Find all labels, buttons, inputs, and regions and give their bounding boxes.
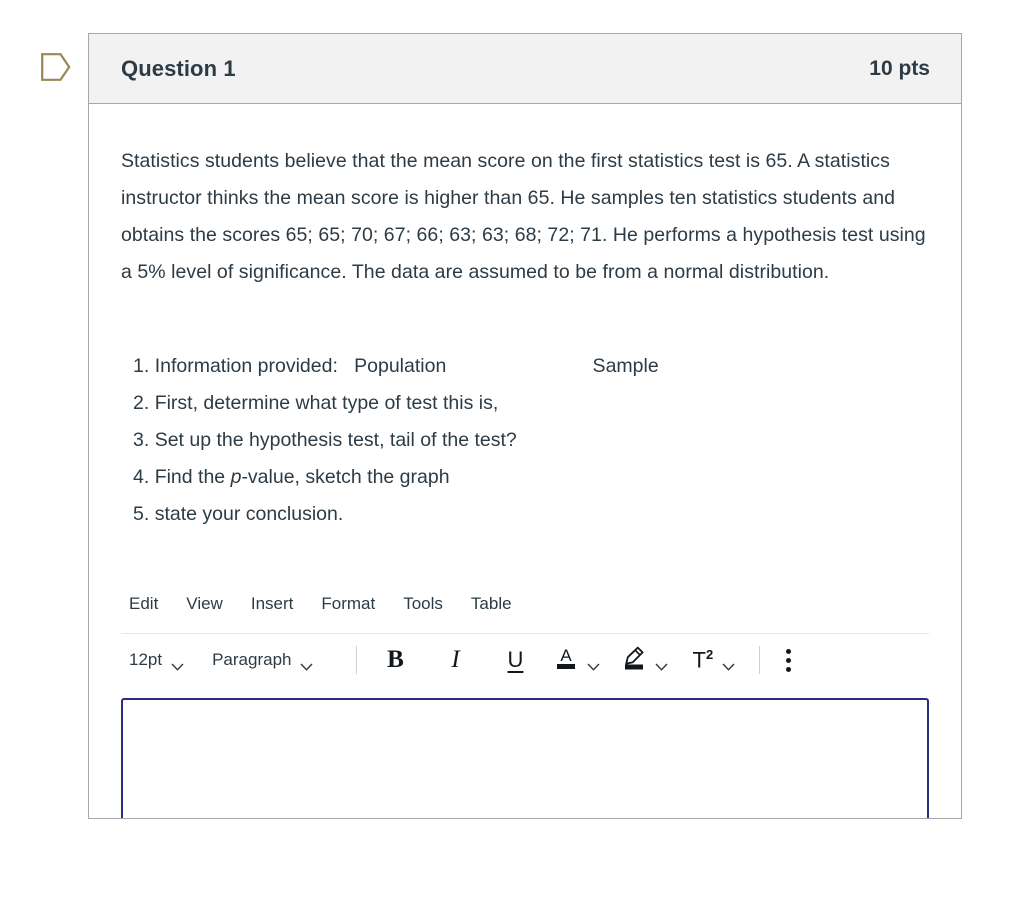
chevron-down-icon bbox=[722, 656, 735, 671]
font-size-select[interactable]: 12pt bbox=[129, 650, 184, 671]
question-header: Question 1 10 pts bbox=[89, 34, 961, 104]
list-item-label: state your conclusion. bbox=[154, 503, 344, 525]
list-item-label-pre: Find the bbox=[154, 466, 231, 488]
menu-item-format[interactable]: Format bbox=[321, 594, 375, 614]
superscript-control[interactable]: T2 bbox=[692, 647, 735, 673]
italic-button[interactable]: I bbox=[438, 646, 472, 674]
answer-input[interactable] bbox=[121, 698, 929, 818]
page-title: Question 1 bbox=[121, 55, 236, 81]
question-steps-list: 1. Information provided: Population Samp… bbox=[121, 291, 929, 533]
underline-button[interactable]: U bbox=[498, 647, 532, 673]
list-item-label-post: -value, sketch the graph bbox=[241, 466, 450, 488]
list-item: 3. Set up the hypothesis test, tail of t… bbox=[133, 422, 929, 459]
list-item-number: 1. bbox=[133, 355, 150, 377]
editor-menubar: Edit View Insert Format Tools Table bbox=[121, 589, 929, 619]
highlighter-icon bbox=[622, 645, 646, 676]
question-card: Question 1 10 pts Statistics students be… bbox=[88, 33, 962, 819]
superscript-base: T bbox=[692, 647, 706, 673]
toolbar-separator bbox=[356, 646, 358, 674]
list-item-label: First, determine what type of test this … bbox=[154, 392, 499, 414]
list-item: 4. Find the p-value, sketch the graph bbox=[133, 459, 929, 496]
question-prompt-text: Statistics students believe that the mea… bbox=[121, 150, 926, 283]
list-item-label: Information provided: Population Sample bbox=[154, 355, 659, 377]
question-body: Statistics students believe that the mea… bbox=[89, 104, 961, 818]
list-item-number: 2. bbox=[133, 392, 150, 414]
chevron-down-icon bbox=[300, 656, 313, 671]
list-item-label-italic: p bbox=[230, 466, 242, 488]
menu-item-view[interactable]: View bbox=[186, 594, 223, 614]
kebab-dot bbox=[786, 657, 792, 663]
list-item: 2. First, determine what type of test th… bbox=[133, 385, 929, 422]
chevron-down-icon bbox=[171, 656, 184, 671]
list-item-number: 5. bbox=[133, 503, 150, 525]
list-item-number: 4. bbox=[133, 466, 150, 488]
question-points-badge: 10 pts bbox=[869, 56, 930, 80]
more-options-icon[interactable] bbox=[780, 647, 797, 674]
svg-text:A: A bbox=[561, 646, 573, 665]
kebab-dot bbox=[786, 648, 792, 654]
superscript-exponent: 2 bbox=[705, 646, 714, 662]
highlight-color-control[interactable] bbox=[622, 645, 668, 676]
list-item-label: Set up the hypothesis test, tail of the … bbox=[154, 429, 517, 451]
block-format-value: Paragraph bbox=[212, 650, 292, 669]
menu-item-insert[interactable]: Insert bbox=[251, 594, 294, 614]
text-color-control[interactable]: A bbox=[554, 645, 600, 676]
chevron-down-icon bbox=[655, 656, 668, 671]
bold-button[interactable]: B bbox=[378, 646, 412, 674]
list-item: 5. state your conclusion. bbox=[133, 496, 929, 533]
editor-toolbar: 12pt Paragraph B I U A T2 bbox=[121, 634, 929, 686]
menu-item-tools[interactable]: Tools bbox=[403, 594, 443, 614]
font-size-value: 12pt bbox=[129, 650, 163, 669]
superscript-icon: T2 bbox=[692, 647, 713, 673]
kebab-dot bbox=[786, 666, 792, 672]
block-format-select[interactable]: Paragraph bbox=[212, 650, 313, 671]
text-color-icon: A bbox=[554, 645, 578, 676]
rich-content-editor: Edit View Insert Format Tools Table 12pt bbox=[121, 589, 929, 818]
menu-item-table[interactable]: Table bbox=[471, 594, 512, 614]
menu-item-edit[interactable]: Edit bbox=[129, 594, 158, 614]
question-flag-icon bbox=[41, 53, 71, 81]
toolbar-separator bbox=[759, 646, 761, 674]
list-item-number: 3. bbox=[133, 429, 150, 451]
list-item: 1. Information provided: Population Samp… bbox=[133, 348, 929, 385]
chevron-down-icon bbox=[587, 656, 600, 671]
